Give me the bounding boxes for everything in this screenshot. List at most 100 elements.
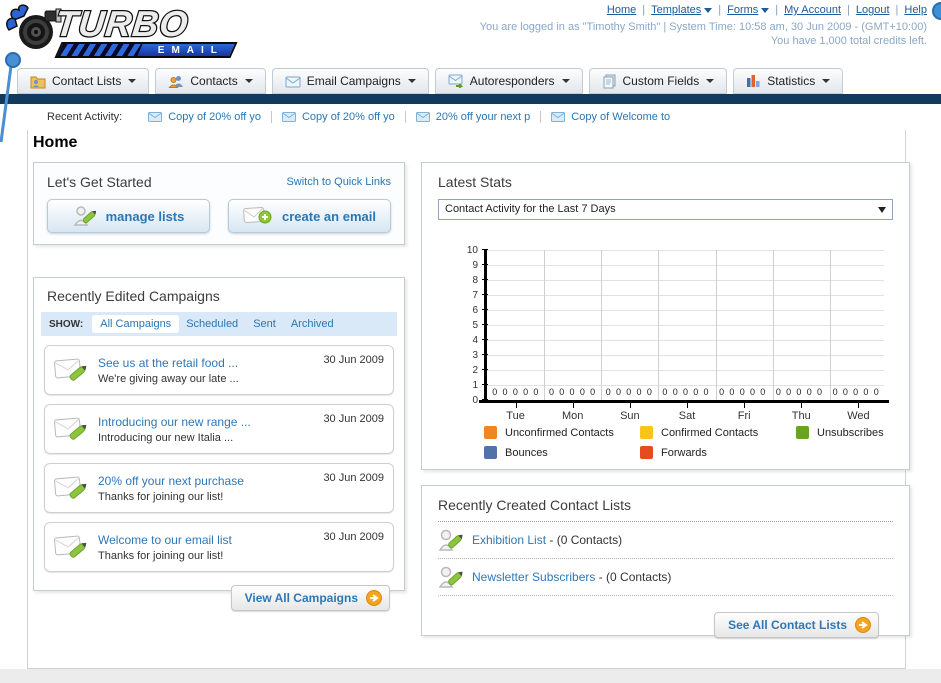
- tab-contacts[interactable]: Contacts: [155, 68, 266, 94]
- stats-range-value: Contact Activity for the Last 7 Days: [445, 203, 616, 215]
- envelope-icon: [148, 112, 163, 122]
- filter-archived[interactable]: Archived: [291, 318, 334, 330]
- gridline: [487, 250, 884, 251]
- data-value-label: 0: [502, 387, 508, 397]
- button-label: manage lists: [105, 208, 185, 224]
- campaign-date: 30 Jun 2009: [323, 472, 384, 484]
- data-value-label: 0: [693, 387, 699, 397]
- stats-range-select[interactable]: Contact Activity for the Last 7 Days: [438, 199, 893, 220]
- contact-list-count: - (0 Contacts): [595, 570, 672, 584]
- top-nav-my-account[interactable]: My Account: [784, 4, 841, 16]
- navy-divider-bar: [0, 94, 941, 104]
- filter-all-campaigns[interactable]: All Campaigns: [92, 315, 180, 333]
- contact-list-row[interactable]: Exhibition List - (0 Contacts): [438, 522, 893, 559]
- campaign-title-link[interactable]: Introducing our new range ...: [98, 415, 323, 429]
- data-value-label: 0: [863, 387, 869, 397]
- chart-day-group: 00000: [657, 387, 714, 400]
- create-email-button[interactable]: create an email: [228, 199, 391, 233]
- x-tick-label: Sun: [620, 410, 640, 422]
- campaign-row[interactable]: Welcome to our email list Thanks for joi…: [44, 522, 394, 572]
- recent-activity-item[interactable]: Copy of Welcome to: [541, 111, 680, 123]
- app-logo: TURBO EMAIL: [6, 2, 246, 62]
- contact-list-row[interactable]: Newsletter Subscribers - (0 Contacts): [438, 559, 893, 596]
- envelope-pencil-icon: [54, 417, 87, 440]
- filter-sent[interactable]: Sent: [253, 318, 276, 330]
- y-tick-label: 9: [472, 260, 478, 271]
- separator: |: [775, 4, 779, 16]
- recent-activity-item[interactable]: 20% off your next p: [406, 111, 542, 123]
- view-all-campaigns-button[interactable]: View All Campaigns: [230, 585, 390, 611]
- x-tick: [744, 403, 746, 408]
- campaign-row[interactable]: See us at the retail food ... We're givi…: [44, 345, 394, 395]
- gridline: [658, 250, 660, 400]
- legend-swatch: [640, 426, 653, 439]
- filter-scheduled[interactable]: Scheduled: [186, 318, 238, 330]
- x-tick-label: Sat: [678, 410, 696, 422]
- chart-day-group: 00000: [714, 387, 771, 400]
- campaigns-panel: Recently Edited Campaigns SHOW: All Camp…: [33, 277, 405, 611]
- data-value-label: 0: [569, 387, 575, 397]
- map-pin-icon: [0, 52, 21, 143]
- chart-y-axis: 0 1 2 3 4 5 6 7 8 9 10: [454, 245, 488, 406]
- recent-activity-item[interactable]: Copy of 20% off yo: [138, 111, 272, 123]
- latest-stats-panel: Latest Stats Contact Activity for the La…: [421, 162, 910, 470]
- data-value-label: 0: [842, 387, 848, 397]
- top-nav-templates[interactable]: Templates: [651, 4, 713, 16]
- get-started-panel: Let's Get Started Switch to Quick Links …: [33, 162, 405, 245]
- legend-label: Unconfirmed Contacts: [505, 426, 614, 439]
- tab-statistics[interactable]: Statistics: [733, 68, 844, 94]
- data-value-label: 0: [796, 387, 802, 397]
- contact-list-link[interactable]: Exhibition List: [472, 533, 546, 547]
- chart-groups: 00000000000000000000000000000000000: [487, 387, 884, 400]
- gridline: [487, 265, 884, 266]
- recent-activity-item[interactable]: Copy of 20% off yo: [272, 111, 406, 123]
- y-tick-label: 5: [472, 320, 478, 331]
- logo-wordmark: TURBO: [54, 2, 192, 45]
- button-label: See All Contact Lists: [728, 618, 847, 632]
- campaign-title-link[interactable]: See us at the retail food ...: [98, 356, 323, 370]
- tab-contact-lists[interactable]: Contact Lists: [17, 68, 150, 94]
- top-nav-logout[interactable]: Logout: [856, 4, 890, 16]
- data-value-label: 0: [590, 387, 596, 397]
- gridline: [487, 385, 884, 386]
- legend-label: Forwards: [661, 446, 707, 459]
- envelope-pencil-icon: [54, 358, 87, 381]
- separator: |: [642, 4, 646, 16]
- tab-autoresponders[interactable]: Autoresponders: [434, 68, 583, 94]
- chart-legend: Unconfirmed Contacts Confirmed Contacts …: [484, 426, 893, 459]
- envelope-pencil-icon: [54, 535, 87, 558]
- campaign-row[interactable]: Introducing our new range ... Introducin…: [44, 404, 394, 454]
- logo-email-bar: EMAIL: [54, 42, 238, 58]
- help-bubble-icon[interactable]: [932, 2, 941, 20]
- y-tick-label: 3: [472, 350, 478, 361]
- contact-lists-panel: Recently Created Contact Lists Exhibitio…: [421, 485, 910, 638]
- manage-lists-button[interactable]: manage lists: [47, 199, 210, 233]
- x-tick: [858, 403, 860, 408]
- tab-custom-fields[interactable]: Custom Fields: [588, 68, 728, 94]
- chevron-down-icon: [704, 8, 713, 13]
- data-value-label: 0: [873, 387, 879, 397]
- tab-email-campaigns[interactable]: Email Campaigns: [271, 68, 429, 94]
- gridline: [487, 370, 884, 371]
- gridline: [487, 295, 884, 296]
- credits-info: You have 1,000 total credits left.: [770, 35, 927, 47]
- footer-strip: [0, 669, 941, 683]
- top-nav-forms[interactable]: Forms: [727, 4, 770, 16]
- top-nav-help[interactable]: Help: [904, 4, 927, 16]
- top-nav-home[interactable]: Home: [607, 4, 636, 16]
- contact-list-link[interactable]: Newsletter Subscribers: [472, 570, 595, 584]
- switch-quick-links-link[interactable]: Switch to Quick Links: [286, 176, 391, 188]
- y-tick-label: 1: [472, 380, 478, 391]
- contact-lists-title: Recently Created Contact Lists: [438, 497, 631, 513]
- campaign-title-link[interactable]: Welcome to our email list: [98, 533, 323, 547]
- y-tick-label: 8: [472, 275, 478, 286]
- envelope-icon: [285, 76, 301, 87]
- data-value-label: 0: [853, 387, 859, 397]
- campaign-title-link[interactable]: 20% off your next purchase: [98, 474, 323, 488]
- gridline: [601, 250, 603, 400]
- x-tick-label: Mon: [562, 410, 584, 422]
- see-all-contact-lists-button[interactable]: See All Contact Lists: [714, 612, 879, 638]
- logo-stripes: [57, 44, 143, 56]
- logo-subtitle: EMAIL: [157, 45, 224, 56]
- campaign-row[interactable]: 20% off your next purchase Thanks for jo…: [44, 463, 394, 513]
